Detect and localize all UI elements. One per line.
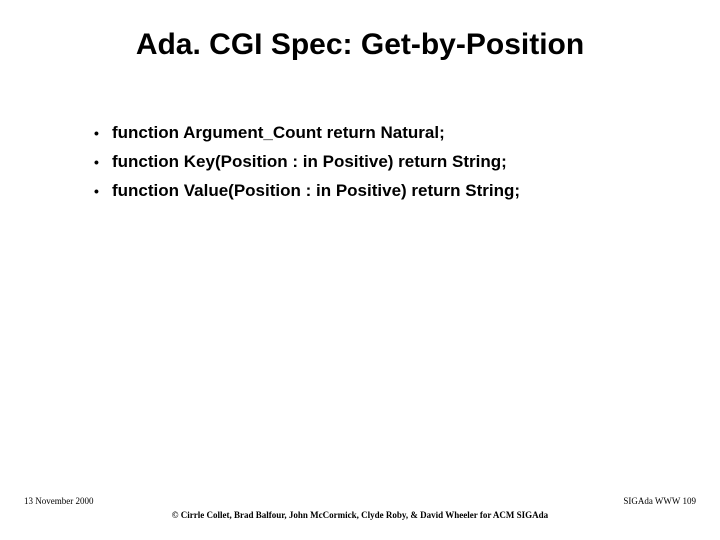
slide-title: Ada. CGI Spec: Get-by-Position (0, 0, 720, 70)
footer-page: SIGAda WWW 109 (623, 496, 696, 506)
footer: 13 November 2000 © Cirrle Collet, Brad B… (0, 510, 720, 520)
list-item: • function Key(Position : in Positive) r… (94, 151, 650, 174)
bullet-text: function Value(Position : in Positive) r… (112, 180, 650, 203)
bullet-text: function Argument_Count return Natural; (112, 122, 650, 145)
slide: Ada. CGI Spec: Get-by-Position • functio… (0, 0, 720, 540)
list-item: • function Argument_Count return Natural… (94, 122, 650, 145)
bullet-text: function Key(Position : in Positive) ret… (112, 151, 650, 174)
content-area: • function Argument_Count return Natural… (0, 70, 720, 203)
footer-date: 13 November 2000 (24, 496, 94, 506)
bullet-icon: • (94, 151, 112, 173)
list-item: • function Value(Position : in Positive)… (94, 180, 650, 203)
bullet-icon: • (94, 122, 112, 144)
footer-credits: © Cirrle Collet, Brad Balfour, John McCo… (0, 510, 720, 520)
bullet-icon: • (94, 180, 112, 202)
